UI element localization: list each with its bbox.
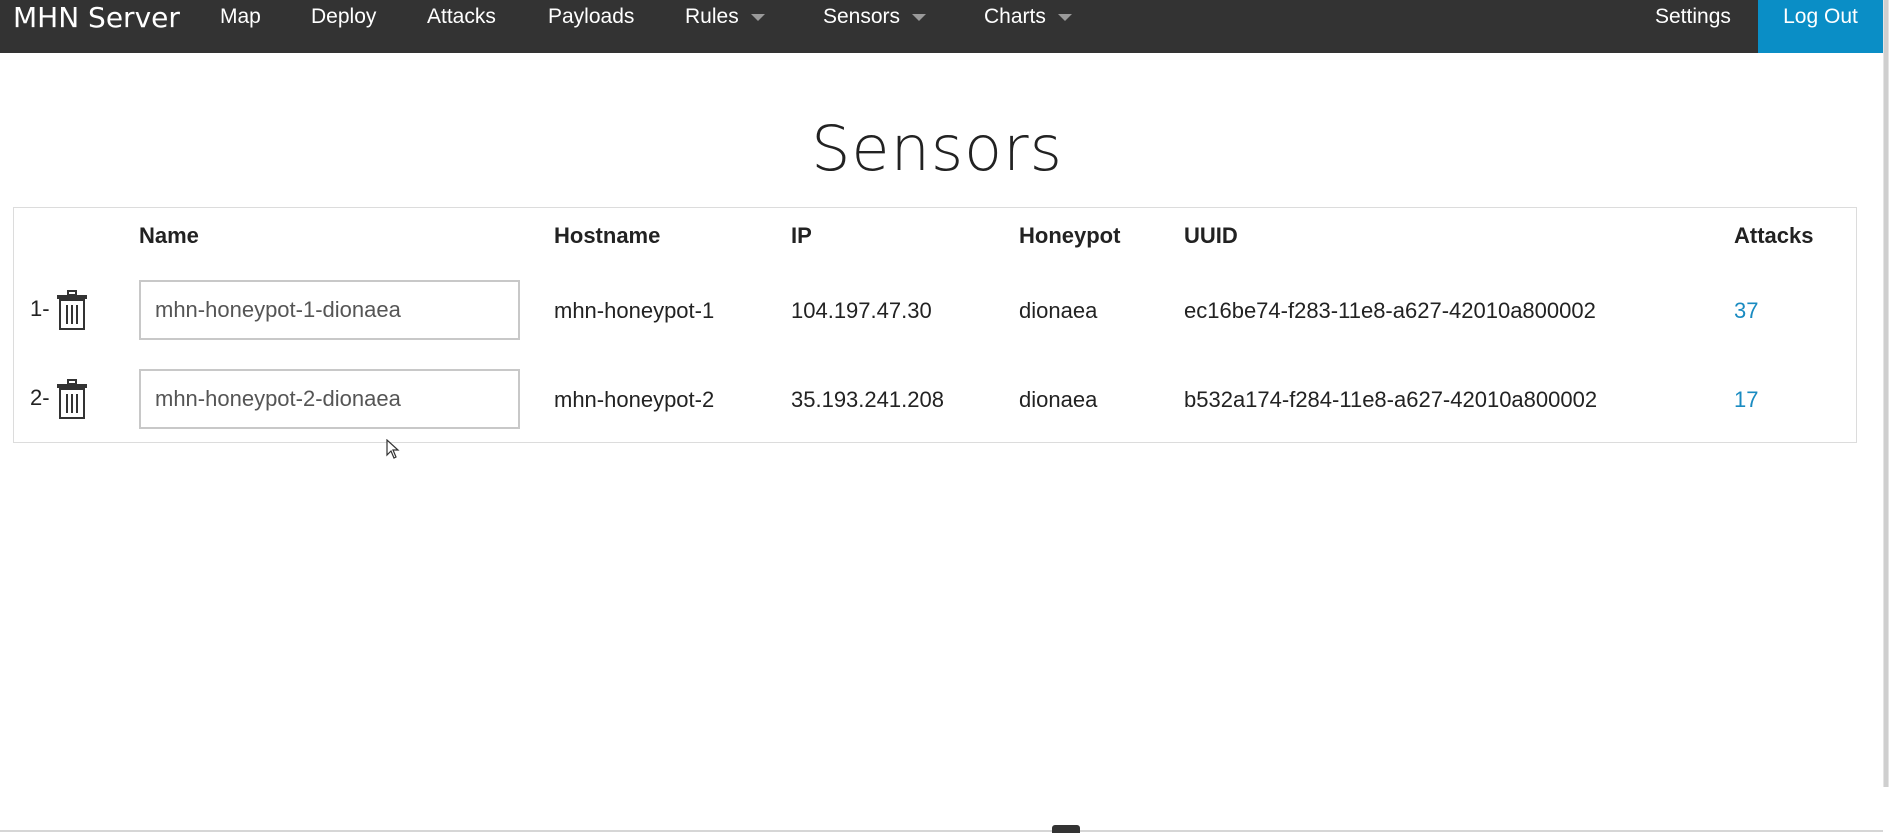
sensor-ip: 104.197.47.30	[791, 298, 932, 323]
sensor-uuid: ec16be74-f283-11e8-a627-42010a800002	[1184, 298, 1596, 323]
mouse-pointer-icon	[386, 439, 400, 459]
caret-down-icon	[750, 13, 765, 21]
scrollbar-thumb[interactable]	[1884, 0, 1888, 787]
nav-payloads[interactable]: Payloads	[548, 0, 634, 36]
window-bottom-border	[0, 830, 1883, 832]
bottom-handle[interactable]	[1052, 825, 1080, 833]
sensor-ip: 35.193.241.208	[791, 387, 944, 412]
trash-icon[interactable]	[56, 379, 88, 419]
nav-settings[interactable]: Settings	[1655, 0, 1731, 36]
nav-charts-dropdown[interactable]: Charts	[984, 0, 1072, 36]
column-header-hostname: Hostname	[554, 223, 661, 248]
caret-down-icon	[912, 13, 927, 21]
sensor-hostname: mhn-honeypot-2	[554, 387, 715, 412]
logout-button[interactable]: Log Out	[1758, 0, 1883, 53]
page-title: Sensors	[811, 112, 1063, 185]
column-header-name: Name	[139, 223, 199, 248]
nav-deploy-label: Deploy	[311, 5, 377, 28]
nav-rules-label: Rules	[685, 5, 739, 28]
caret-down-icon	[1057, 13, 1072, 21]
brand-logo[interactable]: MHN Server	[13, 0, 180, 38]
column-header-honeypot: Honeypot	[1019, 223, 1121, 248]
nav-charts-label: Charts	[984, 5, 1046, 28]
row-index: 2-	[30, 385, 50, 410]
nav-sensors-label: Sensors	[823, 5, 901, 28]
nav-deploy[interactable]: Deploy	[311, 0, 376, 36]
nav-attacks-label: Attacks	[427, 5, 496, 28]
sensor-attacks-link[interactable]: 17	[1734, 387, 1758, 413]
column-header-uuid: UUID	[1184, 223, 1238, 248]
sensor-attacks-link[interactable]: 37	[1734, 298, 1758, 324]
nav-rules-dropdown[interactable]: Rules	[685, 0, 765, 36]
top-navbar: MHN Server Map Deploy Attacks Payloads R…	[0, 0, 1889, 53]
row-index: 1-	[30, 296, 50, 321]
column-header-ip: IP	[791, 223, 812, 248]
sensor-name-input[interactable]	[139, 369, 520, 429]
nav-sensors-dropdown[interactable]: Sensors	[823, 0, 927, 36]
trash-icon[interactable]	[56, 290, 88, 330]
sensor-uuid: b532a174-f284-11e8-a627-42010a800002	[1184, 387, 1598, 412]
logout-label: Log Out	[1783, 5, 1858, 28]
sensor-honeypot: dionaea	[1019, 387, 1098, 412]
nav-map[interactable]: Map	[220, 0, 261, 36]
nav-map-label: Map	[220, 5, 261, 28]
nav-attacks[interactable]: Attacks	[427, 0, 496, 36]
sensor-honeypot: dionaea	[1019, 298, 1098, 323]
nav-settings-label: Settings	[1655, 5, 1731, 28]
sensor-name-input[interactable]	[139, 280, 520, 340]
nav-payloads-label: Payloads	[548, 5, 635, 28]
column-header-attacks: Attacks	[1734, 223, 1814, 248]
sensor-hostname: mhn-honeypot-1	[554, 298, 715, 323]
